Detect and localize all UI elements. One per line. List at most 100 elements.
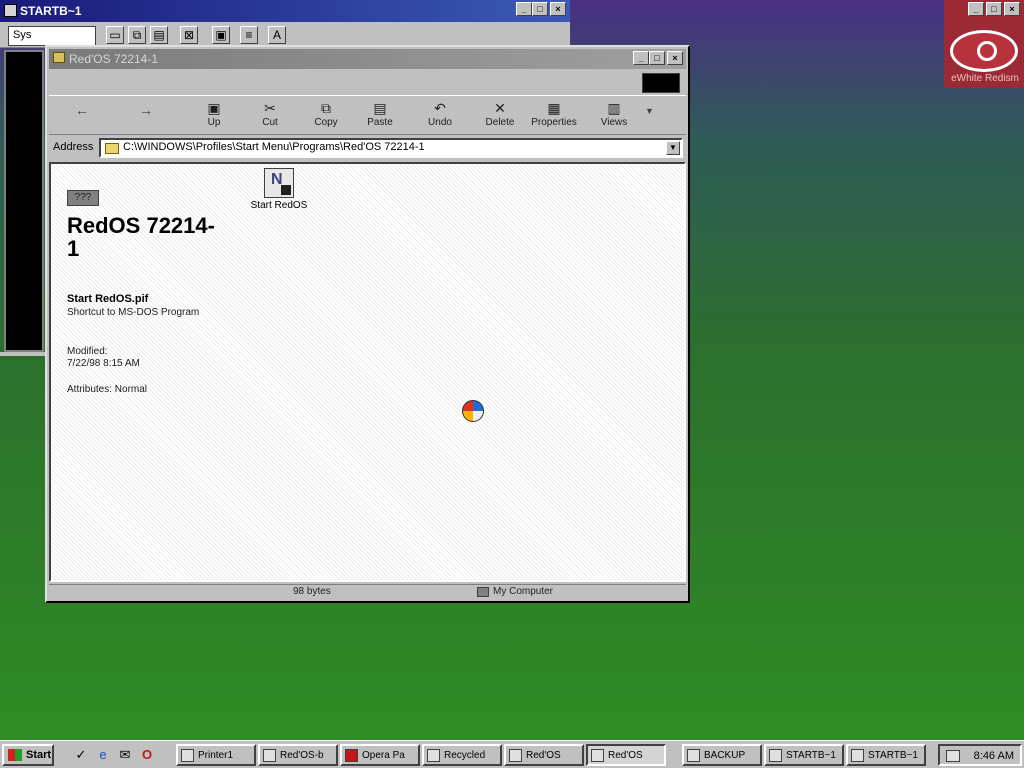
opera-icon[interactable]: O — [138, 746, 156, 764]
folder-icon — [263, 749, 276, 762]
properties-icon: ▦ — [547, 100, 561, 116]
fullscreen-icon[interactable]: ⊠ — [180, 26, 198, 44]
menu-bar — [49, 71, 686, 93]
paste-button[interactable]: ▤ Paste — [353, 100, 407, 134]
address-bar: Address C:\WINDOWS\Profiles\Start Menu\P… — [49, 137, 686, 159]
file-item-start-redos[interactable]: Start RedOS — [249, 168, 309, 211]
my-computer-icon — [477, 587, 489, 597]
properties-icon[interactable]: ▣ — [212, 26, 230, 44]
opera-icon — [345, 749, 358, 762]
views-dropdown-icon[interactable]: ▼ — [645, 106, 654, 116]
show-desktop-icon[interactable]: ✓ — [72, 746, 90, 764]
paste-icon: ▤ — [373, 100, 387, 116]
font-size-select[interactable]: Sys — [8, 26, 96, 46]
address-field[interactable]: C:\WINDOWS\Profiles\Start Menu\Programs\… — [99, 138, 683, 158]
task-redos[interactable]: Red'OS — [504, 744, 584, 766]
modified-label: Modified: — [67, 346, 108, 357]
folder-icon — [509, 749, 522, 762]
back-button[interactable]: ← — [75, 102, 89, 118]
paste-icon[interactable]: ▤ — [150, 26, 168, 44]
selected-file-name: Start RedOS.pif — [67, 293, 149, 305]
scissors-icon: ✂ — [264, 100, 276, 116]
explorer-titlebar[interactable]: Red'OS 72214-1 _ □ × — [49, 49, 686, 69]
close-button[interactable]: × — [667, 51, 683, 65]
explorer-title: Red'OS 72214-1 — [69, 52, 159, 66]
maximize-button[interactable]: □ — [649, 51, 665, 65]
properties-button[interactable]: ▦ Properties — [527, 100, 581, 134]
undo-button[interactable]: ↶ Undo — [413, 100, 467, 134]
logo-text: eWhite Redism — [951, 73, 1019, 84]
background-icon[interactable]: ≡ — [240, 26, 258, 44]
views-icon: ▥ — [607, 100, 621, 116]
task-redos-b[interactable]: Red'OS-b — [258, 744, 338, 766]
folder-icon — [53, 52, 65, 63]
start-label: Start — [26, 749, 52, 761]
msdos-icon — [769, 749, 782, 762]
close-button[interactable]: × — [1004, 2, 1020, 16]
close-button[interactable]: × — [550, 2, 566, 16]
outlook-icon[interactable]: ✉ — [116, 746, 134, 764]
folder-badge: ??? — [67, 190, 99, 206]
taskbar: Start ✓ e ✉ O Printer1 Red'OS-b Opera Pa… — [0, 740, 1024, 768]
app-ball-icon — [462, 400, 484, 422]
printer-icon — [181, 749, 194, 762]
folder-name: RedOS 72214-1 — [67, 213, 215, 261]
system-tray: 8:46 AM — [938, 744, 1022, 766]
red-logo-window: _ □ × eWhite Redism — [944, 0, 1024, 88]
address-label: Address — [53, 141, 94, 153]
folder-view[interactable]: ??? RedOS 72214-1 Start RedOS.pif Shortc… — [49, 162, 686, 582]
modified-value: 7/22/98 8:15 AM — [67, 358, 140, 369]
task-backup[interactable]: BACKUP — [682, 744, 762, 766]
status-location: My Computer — [493, 586, 554, 597]
windows-logo-icon — [642, 73, 680, 93]
dos-screen[interactable] — [4, 50, 44, 352]
mark-icon[interactable]: ▭ — [106, 26, 124, 44]
delete-button[interactable]: ✕ Delete — [473, 100, 527, 134]
copy-icon: ⧉ — [321, 100, 331, 116]
up-button[interactable]: ▣ Up — [187, 100, 241, 134]
backup-icon — [687, 749, 700, 762]
task-opera[interactable]: Opera Pa — [340, 744, 420, 766]
status-bar: 98 bytes My Computer — [49, 584, 686, 600]
recycle-icon — [427, 749, 440, 762]
task-recycled[interactable]: Recycled — [422, 744, 502, 766]
minimize-button[interactable]: _ — [633, 51, 649, 65]
copy-button[interactable]: ⧉ Copy — [299, 100, 353, 134]
maximize-button[interactable]: □ — [986, 2, 1002, 16]
folder-icon — [105, 143, 119, 154]
maximize-button[interactable]: □ — [532, 2, 548, 16]
task-startb-2[interactable]: STARTB~1 — [846, 744, 926, 766]
msdos-icon — [4, 4, 17, 17]
tray-app-icon[interactable] — [946, 750, 960, 762]
task-redos-active[interactable]: Red'OS — [586, 744, 666, 766]
window-frame — [0, 352, 46, 356]
minimize-button[interactable]: _ — [516, 2, 532, 16]
copy-icon[interactable]: ⧉ — [128, 26, 146, 44]
views-button[interactable]: ▥ Views — [587, 100, 641, 134]
delete-icon: ✕ — [494, 100, 506, 116]
clock[interactable]: 8:46 AM — [974, 750, 1014, 762]
start-button[interactable]: Start — [2, 744, 54, 766]
task-printer1[interactable]: Printer1 — [176, 744, 256, 766]
address-dropdown-button[interactable]: ▼ — [666, 141, 680, 155]
startb-titlebar[interactable]: STARTB~1 _ □ × — [0, 0, 570, 22]
startb-title: STARTB~1 — [20, 4, 82, 18]
msdos-icon — [851, 749, 864, 762]
font-icon[interactable]: A — [268, 26, 286, 44]
ie-icon[interactable]: e — [94, 746, 112, 764]
windows-flag-icon — [8, 749, 22, 761]
msdos-shortcut-icon — [264, 168, 294, 198]
task-startb-1[interactable]: STARTB~1 — [764, 744, 844, 766]
forward-button[interactable]: → — [139, 102, 153, 118]
folder-icon — [591, 749, 604, 762]
minimize-button[interactable]: _ — [968, 2, 984, 16]
attributes-value: Attributes: Normal — [67, 384, 148, 395]
undo-icon: ↶ — [434, 100, 446, 116]
cut-button[interactable]: ✂ Cut — [243, 100, 297, 134]
address-path: C:\WINDOWS\Profiles\Start Menu\Programs\… — [123, 141, 425, 153]
logo-titlebar: _ □ × — [944, 0, 1024, 18]
explorer-window: Red'OS 72214-1 _ □ × ← → ▣ Up ✂ Cut ⧉ Co… — [45, 45, 690, 603]
file-name: Start RedOS — [250, 200, 308, 211]
selected-file-type: Shortcut to MS-DOS Program — [67, 307, 200, 318]
redism-logo-icon — [950, 30, 1018, 72]
